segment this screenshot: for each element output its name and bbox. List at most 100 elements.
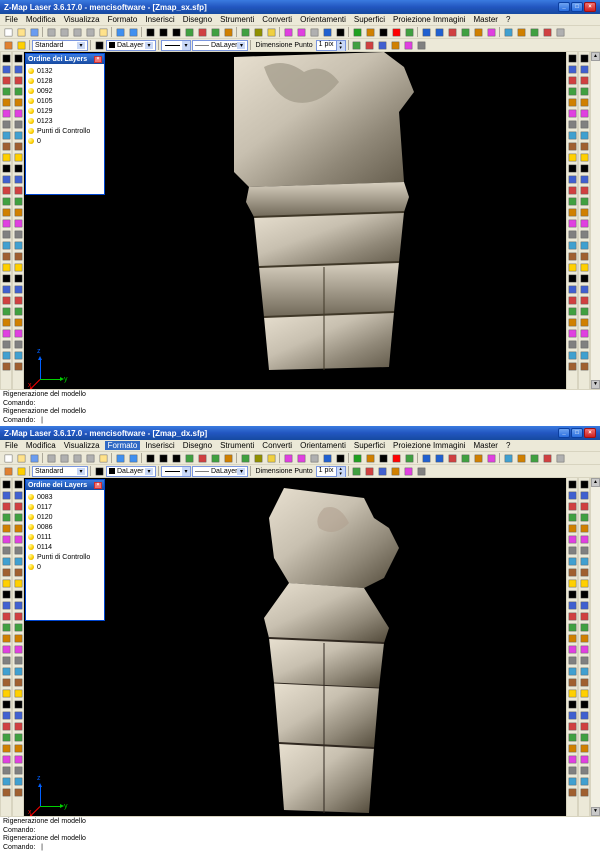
style-combo[interactable]: Standard▾ (32, 466, 88, 477)
col-icon[interactable] (390, 453, 402, 464)
pc-icon[interactable] (377, 453, 389, 464)
move-icon[interactable] (13, 240, 23, 251)
al2-icon[interactable] (433, 27, 445, 38)
mirror-icon[interactable] (1, 273, 11, 284)
wire-icon[interactable] (579, 317, 589, 328)
redo-icon[interactable] (127, 27, 139, 38)
layer-icon[interactable] (13, 787, 23, 798)
menu-visualizza[interactable]: Visualizza (61, 15, 103, 24)
hide-icon[interactable] (579, 328, 589, 339)
hide-icon[interactable] (567, 328, 577, 339)
snap-n-icon[interactable] (579, 207, 589, 218)
menu-visualizza[interactable]: Visualizza (61, 441, 103, 450)
pline-icon[interactable] (13, 545, 23, 556)
rect-icon[interactable] (13, 152, 23, 163)
orbit-icon[interactable] (239, 27, 251, 38)
color-icon[interactable] (93, 40, 105, 51)
move-icon[interactable] (1, 240, 11, 251)
menu-bar[interactable]: FileModificaVisualizzaFormatoInserisciDi… (0, 440, 600, 452)
copy-icon[interactable] (84, 453, 96, 464)
cursor-icon[interactable] (1, 53, 11, 64)
clip-icon[interactable] (45, 27, 57, 38)
save-icon[interactable] (28, 453, 40, 464)
close-button[interactable]: × (584, 2, 596, 12)
linetype-combo[interactable]: ▾ (161, 466, 191, 477)
v-bot-icon[interactable] (567, 108, 577, 119)
snap-n-icon[interactable] (567, 207, 577, 218)
snap-t-icon[interactable] (567, 622, 577, 633)
dim-icon[interactable] (1, 622, 11, 633)
v-iso1-icon[interactable] (579, 119, 589, 130)
vp-icon[interactable] (567, 787, 577, 798)
pan-icon[interactable] (170, 453, 182, 464)
grid-icon[interactable] (567, 229, 577, 240)
render-icon[interactable] (579, 306, 589, 317)
ortho-icon[interactable] (579, 666, 589, 677)
arc-icon[interactable] (1, 130, 11, 141)
scroll-track[interactable] (591, 487, 600, 807)
layer-row[interactable]: 0129 (28, 106, 102, 116)
pc-icon[interactable] (377, 27, 389, 38)
minimize-button[interactable]: _ (558, 2, 570, 12)
me-icon[interactable] (446, 27, 458, 38)
dim-icon[interactable] (13, 196, 23, 207)
snap-c-icon[interactable] (579, 163, 589, 174)
set-icon[interactable] (554, 27, 566, 38)
hatch-icon[interactable] (13, 218, 23, 229)
pline-icon[interactable] (1, 119, 11, 130)
layer-row[interactable]: 0 (28, 136, 102, 146)
title-bar[interactable]: Z-Map Laser 3.6.17.0 - mencisoftware - [… (0, 426, 600, 440)
menu-orientamenti[interactable]: Orientamenti (297, 15, 349, 24)
chf-icon[interactable] (13, 328, 23, 339)
snap-q-icon[interactable] (579, 218, 589, 229)
me-icon[interactable] (446, 453, 458, 464)
ang-icon[interactable] (1, 633, 11, 644)
lw-icon[interactable] (579, 284, 589, 295)
render-icon[interactable] (567, 732, 577, 743)
ext-icon[interactable] (1, 732, 11, 743)
sel-r-icon[interactable] (13, 501, 23, 512)
sel-p-icon[interactable] (13, 97, 23, 108)
v-top-icon[interactable] (567, 523, 577, 534)
img-icon[interactable] (502, 453, 514, 464)
join-icon[interactable] (13, 350, 23, 361)
lw-icon[interactable] (579, 710, 589, 721)
pline-icon[interactable] (13, 119, 23, 130)
rot-icon[interactable] (1, 677, 11, 688)
join-icon[interactable] (1, 350, 11, 361)
zoomw-icon[interactable] (157, 27, 169, 38)
zoomw-icon[interactable] (157, 453, 169, 464)
break-icon[interactable] (13, 765, 23, 776)
v-iso2-icon[interactable] (567, 130, 577, 141)
move-icon[interactable] (13, 666, 23, 677)
snap-n-icon[interactable] (567, 633, 577, 644)
menu-disegno[interactable]: Disegno (180, 441, 215, 450)
trim-icon[interactable] (1, 721, 11, 732)
img-icon[interactable] (502, 27, 514, 38)
layer-row[interactable]: 0123 (28, 116, 102, 126)
eye-icon[interactable] (144, 453, 156, 464)
sel-p-icon[interactable] (13, 523, 23, 534)
point-icon[interactable] (13, 600, 23, 611)
col-icon[interactable] (390, 27, 402, 38)
viewport-3d[interactable]: Ordine dei Layers × 01320128009201050129… (24, 52, 566, 389)
reg-icon[interactable] (351, 453, 363, 464)
snap-i-icon[interactable] (579, 174, 589, 185)
v-front-icon[interactable] (579, 53, 589, 64)
v-right-icon[interactable] (579, 86, 589, 97)
pan-icon[interactable] (170, 27, 182, 38)
al1-icon[interactable] (420, 27, 432, 38)
grid-icon[interactable] (579, 655, 589, 666)
cursor-icon[interactable] (13, 53, 23, 64)
erase-icon[interactable] (1, 229, 11, 240)
v-right-icon[interactable] (567, 512, 577, 523)
scrollbar-vertical[interactable]: ▲ ▼ (590, 52, 600, 389)
v-top-icon[interactable] (579, 97, 589, 108)
menu-master[interactable]: Master (471, 441, 501, 450)
v-bot-icon[interactable] (579, 534, 589, 545)
layer-row[interactable]: 0117 (28, 502, 102, 512)
join-icon[interactable] (13, 776, 23, 787)
snap-i-icon[interactable] (579, 600, 589, 611)
layer-row[interactable]: Punti di Controllo (28, 552, 102, 562)
v-iso2-icon[interactable] (579, 130, 589, 141)
